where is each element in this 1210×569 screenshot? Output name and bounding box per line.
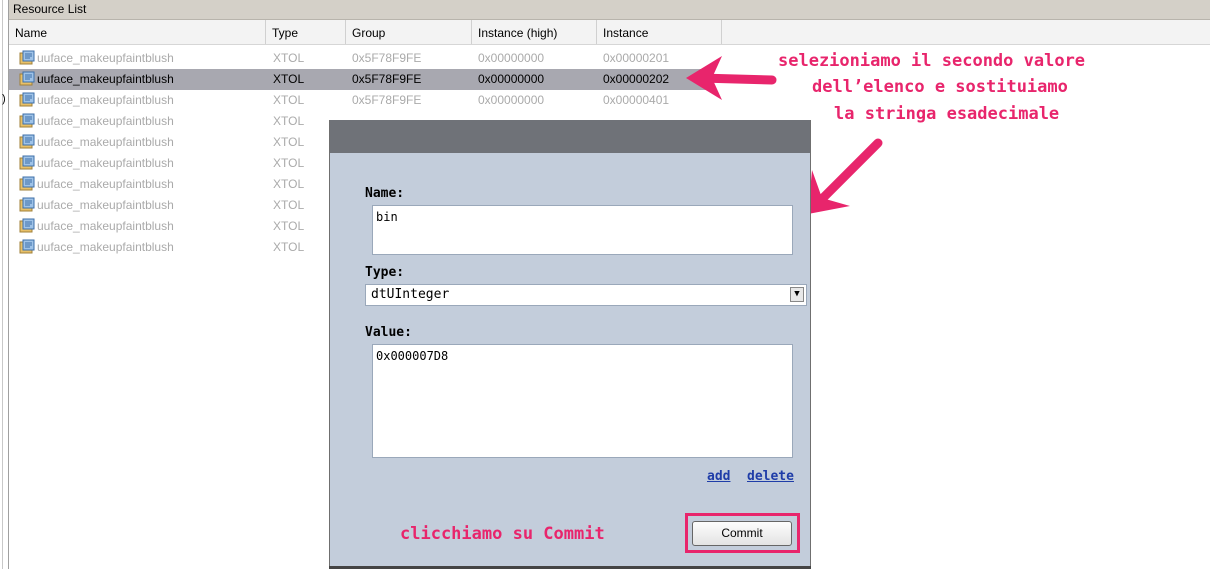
delete-link[interactable]: delete [747, 469, 794, 484]
value-label: Value: [365, 325, 412, 340]
name-label: Name: [365, 186, 405, 201]
dialog-title-bar[interactable] [330, 120, 810, 153]
annotation-line-3: la stringa esadecimale [834, 104, 1060, 124]
type-label: Type: [365, 265, 405, 280]
value-field[interactable]: 0x000007D8 [372, 344, 793, 458]
type-select-value: dtUInteger [371, 287, 450, 302]
annotation-line-2: dell’elenco e sostituiamo [812, 77, 1068, 97]
name-field[interactable]: bin [372, 205, 793, 255]
add-link[interactable]: add [707, 469, 730, 484]
type-select[interactable]: dtUInteger ▼ [365, 284, 807, 306]
commit-annotation: clicchiamo su Commit [400, 524, 605, 544]
commit-button[interactable]: Commit [692, 521, 792, 546]
arrow-to-dialog [808, 138, 883, 214]
annotation-line-1: selezioniamo il secondo valore [778, 51, 1086, 71]
property-dialog: Name: bin Type: dtUInteger ▼ Value: 0x00… [329, 120, 811, 569]
chevron-down-icon[interactable]: ▼ [790, 287, 804, 302]
arrow-to-selected-row [686, 56, 777, 100]
